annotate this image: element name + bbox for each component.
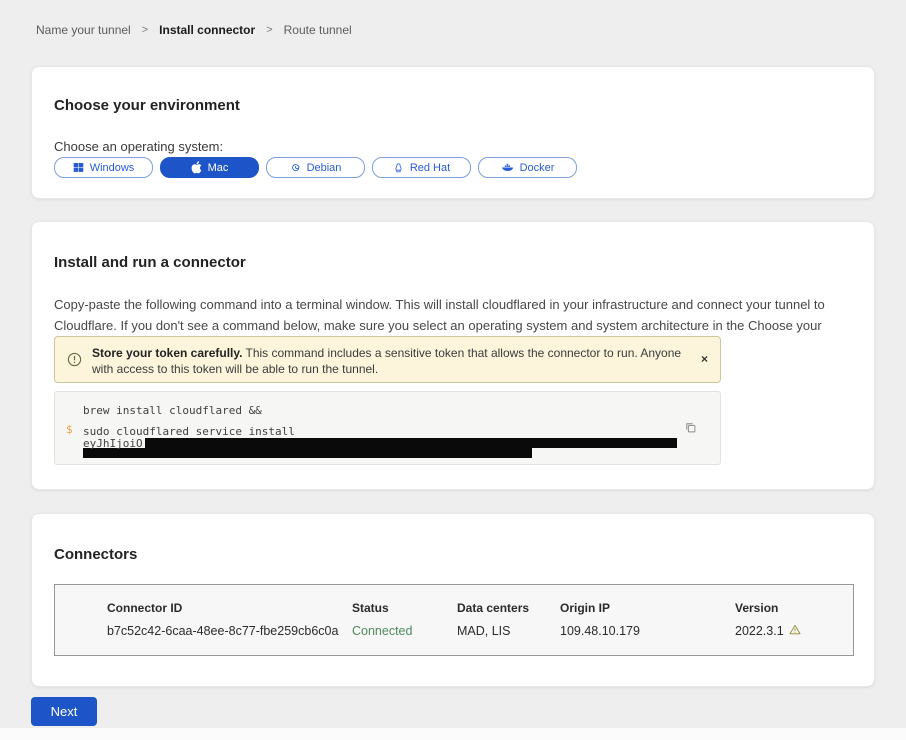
cell-connector-id: b7c52c42-6caa-48ee-8c77-fbe259cb6c0a xyxy=(107,624,352,638)
warning-message: Store your token carefully.This command … xyxy=(92,345,702,377)
close-icon[interactable]: × xyxy=(701,352,708,366)
environment-card-title: Choose your environment xyxy=(54,97,240,114)
install-card-title: Install and run a connector xyxy=(54,254,246,271)
os-select-label: Choose an operating system: xyxy=(54,139,223,154)
os-button-row: Windows Mac Debian Red Hat Docker xyxy=(54,157,577,178)
token-warning-banner: Store your token carefully.This command … xyxy=(54,336,721,383)
redacted-token-bar xyxy=(145,438,677,448)
col-version: Version xyxy=(735,601,853,615)
os-button-label: Red Hat xyxy=(410,162,450,174)
breadcrumb-install-connector[interactable]: Install connector xyxy=(159,23,255,37)
shell-prompt: $ xyxy=(66,423,73,436)
page-bottom-strip xyxy=(0,728,906,740)
code-line-token: eyJhIjoiO xyxy=(83,438,677,448)
breadcrumb: Name your tunnel > Install connector > R… xyxy=(36,23,352,37)
os-button-redhat[interactable]: Red Hat xyxy=(372,157,471,178)
os-button-label: Docker xyxy=(520,162,555,174)
warning-title: Store your token carefully. xyxy=(92,346,243,360)
breadcrumb-separator: > xyxy=(266,24,272,36)
version-number: 2022.3.1 xyxy=(735,624,784,638)
breadcrumb-name-your-tunnel[interactable]: Name your tunnel xyxy=(36,23,131,37)
col-origin-ip: Origin IP xyxy=(560,601,735,615)
environment-card: Choose your environment Choose an operat… xyxy=(31,66,875,199)
os-button-label: Debian xyxy=(307,162,342,174)
col-connector-id: Connector ID xyxy=(107,601,352,615)
code-line-sudo: sudo cloudflared service install xyxy=(83,426,677,437)
apple-icon xyxy=(191,161,202,174)
windows-icon xyxy=(73,162,84,173)
table-row: b7c52c42-6caa-48ee-8c77-fbe259cb6c0a Con… xyxy=(55,624,853,638)
cell-version: 2022.3.1 xyxy=(735,624,853,638)
os-button-docker[interactable]: Docker xyxy=(478,157,577,178)
redacted-token-bar-2 xyxy=(83,448,532,458)
cell-origin-ip: 109.48.10.179 xyxy=(560,624,735,638)
os-button-debian[interactable]: Debian xyxy=(266,157,365,178)
os-button-label: Windows xyxy=(90,162,135,174)
redhat-icon xyxy=(393,162,404,174)
alert-circle-icon xyxy=(67,352,82,372)
connectors-card: Connectors Connector ID Status Data cent… xyxy=(31,513,875,687)
connectors-table: Connector ID Status Data centers Origin … xyxy=(54,584,854,656)
debian-icon xyxy=(290,162,301,173)
breadcrumb-route-tunnel[interactable]: Route tunnel xyxy=(284,23,352,37)
os-button-label: Mac xyxy=(208,162,229,174)
install-command-codeblock: $ brew install cloudflared && sudo cloud… xyxy=(54,391,721,465)
warning-triangle-icon xyxy=(789,624,801,638)
os-button-windows[interactable]: Windows xyxy=(54,157,153,178)
install-command-text: brew install cloudflared && sudo cloudfl… xyxy=(83,405,677,458)
next-button[interactable]: Next xyxy=(31,697,97,726)
col-data-centers: Data centers xyxy=(457,601,560,615)
install-connector-card: Install and run a connector Copy-paste t… xyxy=(31,221,875,490)
copy-icon[interactable] xyxy=(682,419,699,439)
code-line-brew: brew install cloudflared && xyxy=(83,405,677,416)
docker-icon xyxy=(501,162,514,173)
status-badge: Connected xyxy=(352,624,457,638)
col-status: Status xyxy=(352,601,457,615)
connectors-table-header: Connector ID Status Data centers Origin … xyxy=(55,601,853,615)
os-button-mac[interactable]: Mac xyxy=(160,157,259,178)
token-prefix: eyJhIjoiO xyxy=(83,438,143,449)
connectors-card-title: Connectors xyxy=(54,546,137,563)
breadcrumb-separator: > xyxy=(142,24,148,36)
cell-data-centers: MAD, LIS xyxy=(457,624,560,638)
